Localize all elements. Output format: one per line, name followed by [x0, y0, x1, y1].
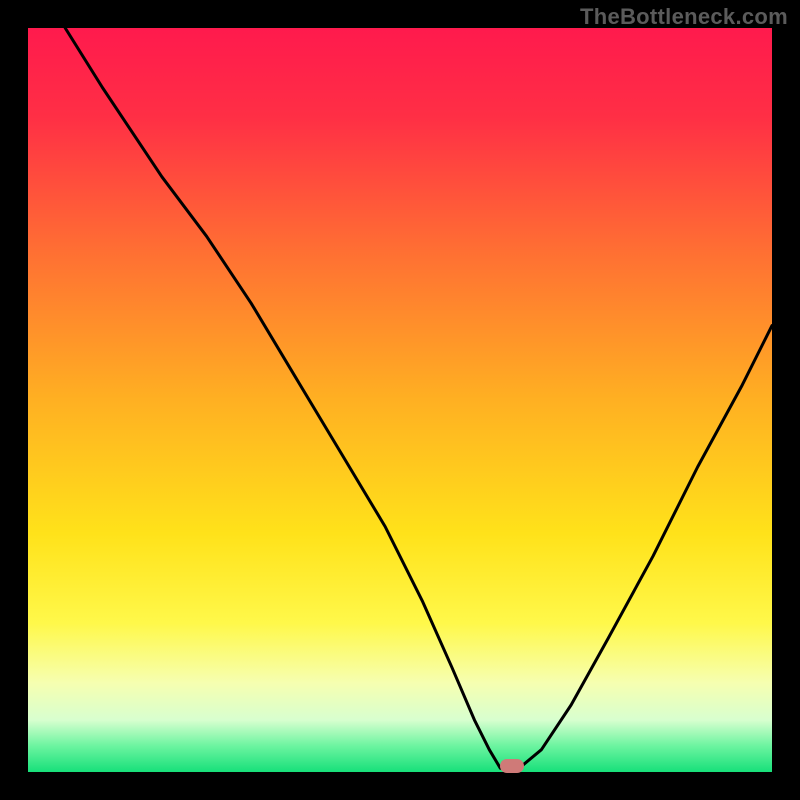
optimum-marker — [500, 759, 524, 773]
plot-area — [28, 28, 772, 772]
gradient-background — [28, 28, 772, 772]
watermark-text: TheBottleneck.com — [580, 4, 788, 30]
chart-svg — [28, 28, 772, 772]
chart-frame: TheBottleneck.com — [0, 0, 800, 800]
